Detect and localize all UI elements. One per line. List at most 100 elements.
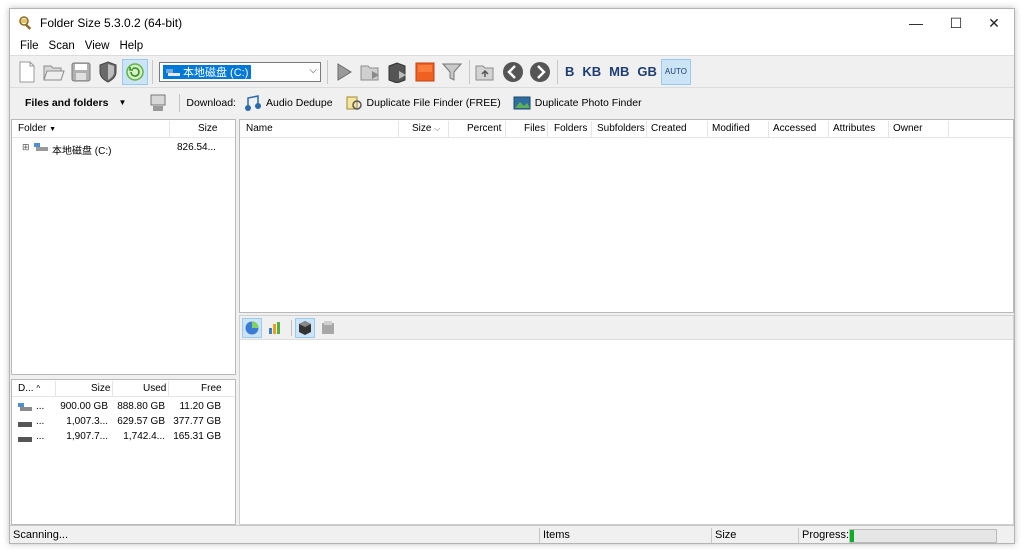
download-label: Download: xyxy=(186,97,236,109)
scan-drive-button[interactable] xyxy=(385,59,411,85)
play-icon xyxy=(337,62,352,81)
toolbar-separator xyxy=(469,59,470,84)
drive-row[interactable]: ... 900.00 GB 888.80 GB 11.20 GB xyxy=(12,400,235,415)
drive-select-label: 本地磁盘 (C:) xyxy=(183,66,249,79)
drive-row-used: 629.57 GB xyxy=(117,416,165,427)
chart-3d-button[interactable] xyxy=(295,317,315,338)
column-divider[interactable] xyxy=(707,121,708,137)
back-button[interactable] xyxy=(500,59,526,85)
unit-mb-button[interactable]: MB xyxy=(605,59,633,85)
created-column-header[interactable]: Created xyxy=(651,123,687,134)
menu-view[interactable]: View xyxy=(80,40,115,52)
main-toolbar: 本地磁盘 (C:) ⌵ B KB MB GB AUTO xyxy=(10,55,1014,87)
folder-tree-header: Folder ▼ Size xyxy=(12,120,235,138)
column-divider[interactable] xyxy=(646,121,647,137)
chart-pane[interactable] xyxy=(239,315,1014,525)
accessed-column-header[interactable]: Accessed xyxy=(773,123,816,134)
column-divider[interactable] xyxy=(169,121,170,137)
menu-bar: File Scan View Help xyxy=(10,37,1014,55)
new-button[interactable] xyxy=(14,59,40,85)
refresh-button[interactable] xyxy=(122,58,148,85)
menu-scan[interactable]: Scan xyxy=(44,40,80,52)
size-column-header[interactable]: Size ⌵ xyxy=(412,123,440,134)
file-list-pane[interactable]: Name Size ⌵ Percent Files Folders Subfol… xyxy=(239,119,1014,313)
pie-chart-icon xyxy=(245,321,259,334)
column-divider[interactable] xyxy=(398,121,399,137)
drive-column-header[interactable]: D... ^ xyxy=(18,383,40,394)
expand-icon[interactable]: ⊞ xyxy=(22,142,30,153)
system-drive-icon xyxy=(18,403,32,415)
column-divider[interactable] xyxy=(547,121,548,137)
settings-button[interactable] xyxy=(148,93,168,113)
unit-bytes-button[interactable]: B xyxy=(561,59,578,85)
unit-kb-button[interactable]: KB xyxy=(578,59,605,85)
chart-options-button[interactable] xyxy=(318,318,338,338)
size-column-header[interactable]: Size xyxy=(198,123,217,134)
files-column-header[interactable]: Files xyxy=(524,123,545,134)
forward-button[interactable] xyxy=(527,59,553,85)
chevron-down-icon: ⌵ xyxy=(309,64,317,76)
attributes-column-header[interactable]: Attributes xyxy=(833,123,875,134)
column-divider[interactable] xyxy=(112,381,113,397)
drive-row-free: 11.20 GB xyxy=(179,401,221,412)
menu-help[interactable]: Help xyxy=(114,40,148,52)
folder-tree-pane[interactable]: Folder ▼ Size ⊞ 本地磁盘 (C:) 826.54... xyxy=(11,119,236,375)
view-mode-dropdown[interactable]: Files and folders ▼ xyxy=(25,97,126,109)
audio-dedupe-link[interactable]: Audio Dedupe xyxy=(244,94,333,112)
save-icon xyxy=(71,62,91,81)
drive-free-column-header[interactable]: Free xyxy=(201,383,222,394)
start-scan-button[interactable] xyxy=(331,59,357,85)
admin-shield-button[interactable] xyxy=(95,59,121,85)
drive-used-column-header[interactable]: Used xyxy=(143,383,166,394)
tree-row[interactable]: ⊞ 本地磁盘 (C:) 826.54... xyxy=(12,141,235,157)
duplicate-file-finder-link[interactable]: Duplicate File Finder (FREE) xyxy=(345,94,501,112)
folder-up-icon xyxy=(475,65,494,80)
close-button[interactable]: ✕ xyxy=(974,9,1014,37)
filter-button[interactable] xyxy=(439,59,465,85)
column-divider[interactable] xyxy=(448,121,449,137)
minimize-button[interactable]: — xyxy=(896,9,936,37)
name-column-header[interactable]: Name xyxy=(246,123,273,134)
maximize-button[interactable]: ☐ xyxy=(936,9,976,37)
column-divider[interactable] xyxy=(505,121,506,137)
status-divider xyxy=(798,528,799,543)
column-divider[interactable] xyxy=(948,121,949,137)
toolbar-separator xyxy=(152,59,153,84)
column-divider[interactable] xyxy=(168,381,169,397)
drive-row[interactable]: ... 1,907.7... 1,742.4... 165.31 GB xyxy=(12,430,235,445)
percent-column-header[interactable]: Percent xyxy=(467,123,501,134)
column-divider[interactable] xyxy=(768,121,769,137)
duplicate-photo-finder-link[interactable]: Duplicate Photo Finder xyxy=(513,94,642,112)
save-button[interactable] xyxy=(68,59,94,85)
new-file-icon xyxy=(19,61,35,82)
modified-column-header[interactable]: Modified xyxy=(712,123,750,134)
folders-column-header[interactable]: Folders xyxy=(554,123,587,134)
audio-dedupe-label: Audio Dedupe xyxy=(265,96,333,109)
column-divider[interactable] xyxy=(828,121,829,137)
bar-chart-button[interactable] xyxy=(265,318,285,338)
drive-size-column-header[interactable]: Size xyxy=(91,383,110,394)
column-divider[interactable] xyxy=(591,121,592,137)
column-divider[interactable] xyxy=(888,121,889,137)
up-folder-button[interactable] xyxy=(473,59,499,85)
folder-column-header[interactable]: Folder ▼ xyxy=(18,123,56,134)
stop-button[interactable] xyxy=(412,59,438,85)
pie-chart-button[interactable] xyxy=(242,317,262,338)
menu-file[interactable]: File xyxy=(15,40,44,52)
drive-row[interactable]: ... 1,007.3... 629.57 GB 377.77 GB xyxy=(12,415,235,430)
chart-toolbar xyxy=(240,316,1013,340)
status-bar: Scanning... Items Size Progress: xyxy=(10,525,1014,543)
status-size: Size xyxy=(715,529,737,541)
tree-row-size: 826.54... xyxy=(177,142,216,153)
title-bar: Folder Size 5.3.0.2 (64-bit) — ☐ ✕ xyxy=(10,9,1014,37)
owner-column-header[interactable]: Owner xyxy=(893,123,922,134)
unit-gb-button[interactable]: GB xyxy=(633,59,661,85)
column-divider[interactable] xyxy=(55,381,56,397)
scan-folder-button[interactable] xyxy=(358,59,384,85)
open-button[interactable] xyxy=(41,59,67,85)
subfolders-column-header[interactable]: Subfolders xyxy=(597,123,645,134)
unit-auto-button[interactable]: AUTO xyxy=(660,58,691,85)
drives-pane[interactable]: D... ^ Size Used Free ... 900.00 GB 888.… xyxy=(11,379,236,525)
drive-row-size: 900.00 GB xyxy=(60,401,108,412)
drive-select[interactable]: 本地磁盘 (C:) ⌵ xyxy=(159,61,321,82)
